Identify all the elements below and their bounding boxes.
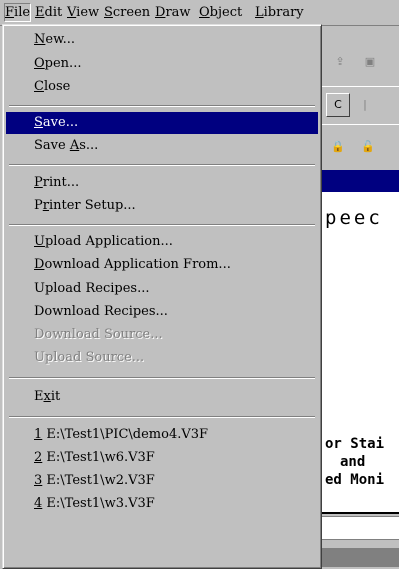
menu-item-recent-file-1[interactable]: 1 E:\Test1\PIC\demo4.V3F [6, 424, 318, 446]
menu-screen[interactable]: Screen [103, 4, 151, 21]
menu-item-close[interactable]: Close [6, 76, 318, 98]
canvas-text-3: and [340, 454, 366, 470]
separator-icon: | [360, 93, 370, 117]
menu-item-recent-file-3[interactable]: 3 E:\Test1\w2.V3F [6, 470, 318, 492]
toolbar-row-2: C | [320, 86, 399, 123]
menu-separator [9, 224, 315, 226]
menu-object[interactable]: Object [198, 4, 243, 21]
menu-item-recent-file-2[interactable]: 2 E:\Test1\w6.V3F [6, 447, 318, 469]
menu-item-print[interactable]: Print... [6, 172, 318, 194]
unlock-icon[interactable]: 🔓 [356, 135, 380, 159]
menu-item-exit[interactable]: Exit [6, 386, 318, 408]
compile-icon[interactable]: C [326, 93, 350, 117]
menu-separator [9, 105, 315, 107]
screen-icon[interactable]: ▣ [358, 50, 382, 74]
menu-item-download-source: Download Source... [34, 327, 163, 342]
import-icon[interactable]: ⇪ [328, 50, 352, 74]
menu-draw[interactable]: Draw [154, 4, 192, 21]
canvas-border [320, 512, 399, 514]
menu-item-recent-file-4[interactable]: 4 E:\Test1\w3.V3F [6, 493, 318, 515]
status-bar [320, 548, 399, 567]
menu-item-save-as[interactable]: Save As... [6, 135, 318, 157]
menu-item-download-application[interactable]: Download Application From... [6, 254, 318, 276]
menu-item-download-recipes[interactable]: Download Recipes... [6, 301, 318, 323]
menu-item-save[interactable]: Save... [6, 112, 318, 134]
menu-item-upload-application[interactable]: Upload Application... [6, 231, 318, 253]
toolbar-row-3: 🔒 🔓 [320, 124, 399, 169]
menu-item-new[interactable]: New... [6, 29, 318, 51]
menu-library[interactable]: Library [254, 4, 305, 21]
lock-icon[interactable]: 🔒 [326, 135, 350, 159]
child-window-titlebar [320, 170, 399, 192]
menu-view[interactable]: View [66, 4, 100, 21]
file-menu: New... Open... Close Save... Save As... … [2, 24, 322, 569]
canvas-text-1: peec [325, 207, 383, 229]
menu-edit[interactable]: Edit [34, 4, 63, 21]
menu-separator [9, 164, 315, 166]
menu-separator [9, 377, 315, 379]
canvas-text-4: ed Moni [325, 472, 385, 488]
status-field [320, 516, 399, 540]
canvas-text-2: or Stai [325, 436, 385, 452]
menu-item-open[interactable]: Open... [6, 53, 318, 75]
menu-separator [9, 416, 315, 418]
toolbar-row-1: ⇪ ▣ [320, 44, 399, 82]
menu-item-printer-setup[interactable]: Printer Setup... [6, 195, 318, 217]
menu-file[interactable]: File [4, 3, 32, 22]
menu-bar: File Edit View Screen Draw Object Librar… [0, 0, 399, 26]
menu-item-upload-recipes[interactable]: Upload Recipes... [6, 278, 318, 300]
menu-item-upload-source: Upload Source... [34, 350, 145, 365]
